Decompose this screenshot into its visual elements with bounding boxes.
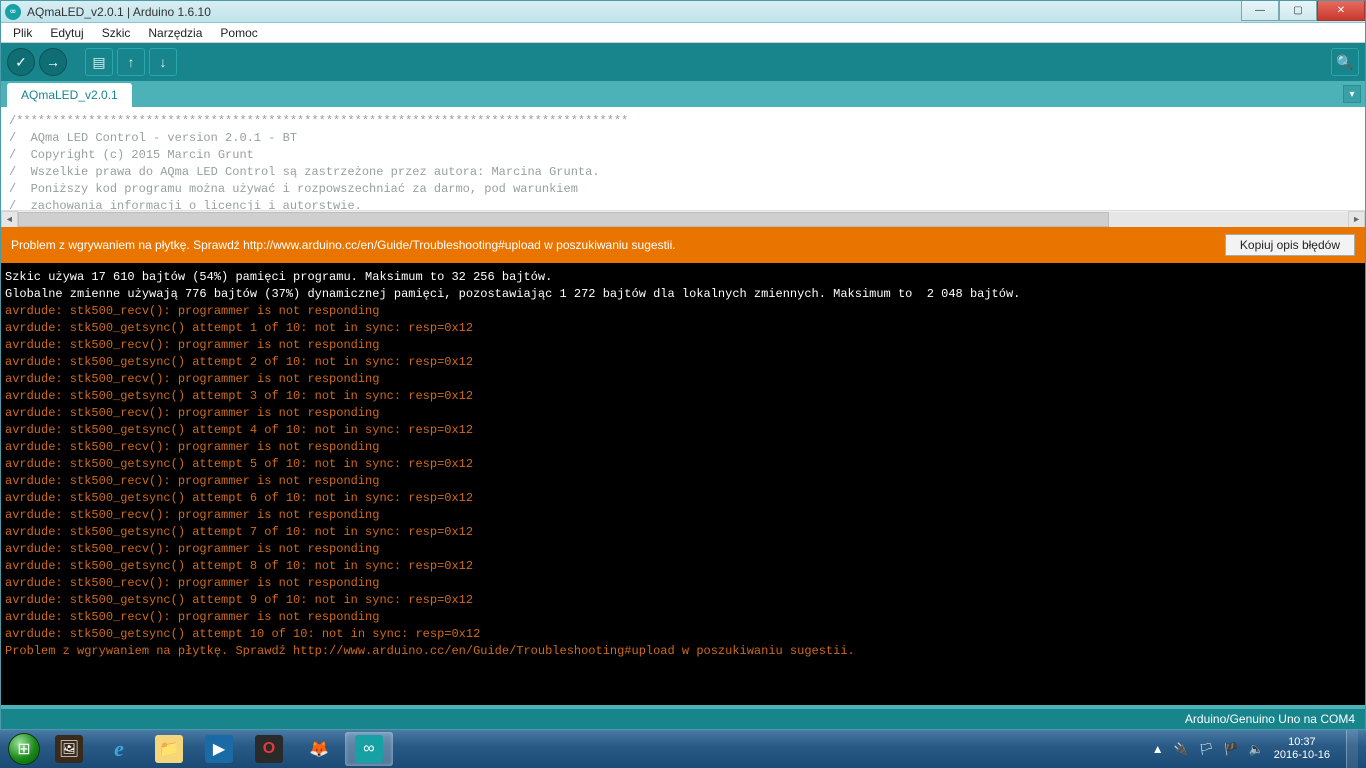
console-error-line: avrdude: stk500_getsync() attempt 1 of 1…	[5, 320, 1361, 337]
tray-clock[interactable]: 10:37 2016-10-16	[1274, 736, 1330, 762]
save-sketch-button[interactable]: ↓	[149, 48, 177, 76]
menu-help[interactable]: Pomoc	[212, 24, 265, 42]
arduino-window: ∞ AQmaLED_v2.0.1 | Arduino 1.6.10 — ▢ ✕ …	[0, 0, 1366, 730]
console-error-line: avrdude: stk500_getsync() attempt 2 of 1…	[5, 354, 1361, 371]
console-error-line: avrdude: stk500_getsync() attempt 7 of 1…	[5, 524, 1361, 541]
opera-icon: O	[255, 735, 283, 763]
menu-edit[interactable]: Edytuj	[42, 24, 91, 42]
code-line: / Copyright (c) 2015 Marcin Grunt	[9, 147, 1357, 164]
taskbar-pin-internet-explorer[interactable]: e	[95, 732, 143, 766]
console-error-line: avrdude: stk500_getsync() attempt 9 of 1…	[5, 592, 1361, 609]
scroll-thumb[interactable]	[18, 212, 1109, 227]
tab-active[interactable]: AQmaLED_v2.0.1	[7, 83, 132, 107]
close-button[interactable]: ✕	[1317, 1, 1365, 21]
open-sketch-button[interactable]: ↑	[117, 48, 145, 76]
tray-date: 2016-10-16	[1274, 749, 1330, 762]
console-error-line: avrdude: stk500_getsync() attempt 4 of 1…	[5, 422, 1361, 439]
taskbar-pin-arduino-ide[interactable]: ∞	[345, 732, 393, 766]
media-player-icon: ▶	[205, 735, 233, 763]
tray-flag2-icon[interactable]: 🏴	[1224, 742, 1239, 756]
console-error-line: avrdude: stk500_recv(): programmer is no…	[5, 439, 1361, 456]
tray-overflow-icon[interactable]: ▲	[1152, 742, 1164, 756]
system-tray: ▲ 🔌 🏳 🏴 🔈 10:37 2016-10-16	[1152, 730, 1362, 768]
console-error-line: avrdude: stk500_recv(): programmer is no…	[5, 507, 1361, 524]
tabs-dropdown-icon[interactable]: ▾	[1343, 85, 1361, 103]
arduino-ide-icon: ∞	[355, 735, 383, 763]
verify-button[interactable]: ✓	[7, 48, 35, 76]
console-error-line: Problem z wgrywaniem na płytkę. Sprawdź …	[5, 643, 1361, 660]
internet-explorer-icon: e	[105, 735, 133, 763]
window-title: AQmaLED_v2.0.1 | Arduino 1.6.10	[27, 5, 1241, 19]
board-port-label: Arduino/Genuino Uno na COM4	[1185, 712, 1355, 726]
scroll-left-icon[interactable]: ◄	[1, 211, 18, 227]
file-explorer-icon: 📁	[155, 735, 183, 763]
scroll-right-icon[interactable]: ►	[1348, 211, 1365, 227]
console-error-line: avrdude: stk500_recv(): programmer is no…	[5, 473, 1361, 490]
copy-errors-button[interactable]: Kopiuj opis błędów	[1225, 234, 1355, 256]
console-error-line: avrdude: stk500_recv(): programmer is no…	[5, 405, 1361, 422]
windows-taskbar: ⊞ 🖼 e 📁 ▶ O 🦊 ∞ ▲ 🔌 🏳 🏴 🔈 10:37 2016-10-16	[0, 730, 1366, 768]
console-error-line: avrdude: stk500_getsync() attempt 10 of …	[5, 626, 1361, 643]
tray-volume-icon[interactable]: 🔈	[1249, 742, 1264, 756]
code-line: /***************************************…	[9, 113, 1357, 130]
console-line: Globalne zmienne używają 776 bajtów (37%…	[5, 286, 1361, 303]
taskbar-pin-app-unknown[interactable]: 🖼	[45, 732, 93, 766]
code-line: / Poniższy kod programu można używać i r…	[9, 181, 1357, 198]
show-desktop-button[interactable]	[1346, 730, 1358, 768]
console-line: Szkic używa 17 610 bajtów (54%) pamięci …	[5, 269, 1361, 286]
code-line: / AQma LED Control - version 2.0.1 - BT	[9, 130, 1357, 147]
tabstrip: AQmaLED_v2.0.1 ▾	[1, 81, 1365, 107]
console-error-line: avrdude: stk500_getsync() attempt 8 of 1…	[5, 558, 1361, 575]
tray-time: 10:37	[1274, 736, 1330, 749]
windows-logo-icon: ⊞	[8, 733, 40, 765]
console-error-line: avrdude: stk500_getsync() attempt 6 of 1…	[5, 490, 1361, 507]
menubar: Plik Edytuj Szkic Narzędzia Pomoc	[1, 23, 1365, 43]
serial-monitor-button[interactable]: 🔍	[1331, 48, 1359, 76]
error-banner: Problem z wgrywaniem na płytkę. Sprawdź …	[1, 227, 1365, 263]
error-message: Problem z wgrywaniem na płytkę. Sprawdź …	[11, 238, 1225, 252]
taskbar-pin-firefox[interactable]: 🦊	[295, 732, 343, 766]
statusbar: Arduino/Genuino Uno na COM4	[1, 705, 1365, 729]
console-error-line: avrdude: stk500_recv(): programmer is no…	[5, 337, 1361, 354]
minimize-button[interactable]: —	[1241, 1, 1279, 21]
new-sketch-button[interactable]: ▤	[85, 48, 113, 76]
console-error-line: avrdude: stk500_recv(): programmer is no…	[5, 541, 1361, 558]
toolbar: ✓ → ▤ ↑ ↓ 🔍	[1, 43, 1365, 81]
menu-file[interactable]: Plik	[5, 24, 40, 42]
menu-tools[interactable]: Narzędzia	[140, 24, 210, 42]
taskbar-pin-file-explorer[interactable]: 📁	[145, 732, 193, 766]
console-error-line: avrdude: stk500_recv(): programmer is no…	[5, 371, 1361, 388]
code-editor[interactable]: /***************************************…	[1, 107, 1365, 227]
taskbar-pin-media-player[interactable]: ▶	[195, 732, 243, 766]
upload-button[interactable]: →	[39, 48, 67, 76]
tray-flag-icon[interactable]: 🏳	[1199, 742, 1214, 756]
console-error-line: avrdude: stk500_getsync() attempt 5 of 1…	[5, 456, 1361, 473]
arduino-icon: ∞	[5, 4, 21, 20]
menu-sketch[interactable]: Szkic	[94, 24, 139, 42]
code-line: / Wszelkie prawa do AQma LED Control są …	[9, 164, 1357, 181]
titlebar[interactable]: ∞ AQmaLED_v2.0.1 | Arduino 1.6.10 — ▢ ✕	[1, 1, 1365, 23]
firefox-icon: 🦊	[305, 735, 333, 763]
console-error-line: avrdude: stk500_recv(): programmer is no…	[5, 609, 1361, 626]
console-output[interactable]: Szkic używa 17 610 bajtów (54%) pamięci …	[1, 263, 1365, 705]
console-error-line: avrdude: stk500_getsync() attempt 3 of 1…	[5, 388, 1361, 405]
maximize-button[interactable]: ▢	[1279, 1, 1317, 21]
editor-horizontal-scrollbar[interactable]: ◄ ►	[1, 210, 1365, 227]
taskbar-pin-opera[interactable]: O	[245, 732, 293, 766]
console-error-line: avrdude: stk500_recv(): programmer is no…	[5, 575, 1361, 592]
tray-power-icon[interactable]: 🔌	[1174, 742, 1189, 756]
console-error-line: avrdude: stk500_recv(): programmer is no…	[5, 303, 1361, 320]
start-button[interactable]: ⊞	[4, 730, 44, 768]
app-unknown-icon: 🖼	[55, 735, 83, 763]
